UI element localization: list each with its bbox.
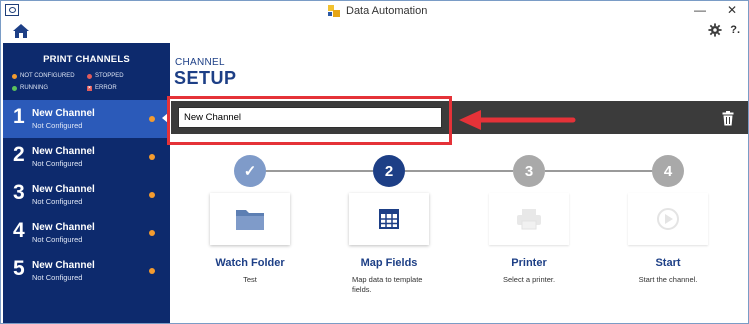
grid-icon bbox=[379, 209, 399, 229]
watch-folder-card[interactable] bbox=[210, 193, 290, 245]
legend-not-configured: NOT CONFIGURED bbox=[12, 73, 75, 79]
step-connector bbox=[405, 170, 513, 172]
legend-running: RUNNING bbox=[12, 85, 48, 91]
channel-item-5[interactable]: 5 New Channel Not Configured bbox=[3, 252, 170, 290]
trash-icon[interactable] bbox=[722, 111, 734, 126]
toolbar-icons: ?. bbox=[708, 23, 740, 37]
status-dot-icon bbox=[149, 116, 155, 122]
annotation-arrow-icon bbox=[459, 110, 576, 130]
help-icon[interactable]: ?. bbox=[730, 24, 740, 36]
section-label: CHANNEL bbox=[175, 57, 225, 68]
orange-dot-icon bbox=[12, 73, 17, 79]
step-2-circle[interactable]: 2 bbox=[373, 155, 405, 187]
step-connector bbox=[265, 170, 373, 172]
page-title: SETUP bbox=[174, 68, 237, 88]
data-automation-logo-icon bbox=[327, 4, 341, 18]
step-1-check-icon[interactable]: ✓ bbox=[234, 155, 266, 187]
close-button[interactable]: ✕ bbox=[719, 1, 745, 21]
channel-item-4[interactable]: 4 New Channel Not Configured bbox=[3, 214, 170, 252]
green-dot-icon bbox=[12, 85, 17, 91]
app-window: Data Automation — ✕ ?. PRINT CHANNELS NO… bbox=[0, 0, 749, 324]
sidebar-title: PRINT CHANNELS bbox=[43, 54, 130, 65]
step-desc-map-fields: Map data to template fields. bbox=[352, 275, 423, 294]
step-connector bbox=[545, 170, 653, 172]
minimize-button[interactable]: — bbox=[687, 1, 713, 21]
status-dot-icon bbox=[149, 268, 155, 274]
step-title-start: Start bbox=[655, 257, 681, 269]
start-card[interactable] bbox=[628, 193, 708, 245]
channel-item-1[interactable]: 1 New Channel Not Configured bbox=[3, 100, 170, 138]
step-desc-watch-folder: Test bbox=[243, 275, 257, 284]
map-fields-card[interactable] bbox=[349, 193, 429, 245]
window-title: Data Automation bbox=[346, 5, 428, 17]
red-dot-icon bbox=[87, 73, 92, 79]
step-title-printer: Printer bbox=[511, 257, 547, 269]
legend-stopped: STOPPED bbox=[87, 73, 124, 79]
step-desc-printer: Select a printer. bbox=[502, 275, 556, 284]
title-wrap: Data Automation bbox=[327, 3, 427, 19]
legend-error: × ERROR bbox=[87, 84, 117, 91]
annotation-highlight-box bbox=[167, 96, 452, 145]
error-x-icon: × bbox=[87, 84, 92, 91]
printer-card[interactable] bbox=[489, 193, 569, 245]
app-icon bbox=[5, 4, 19, 16]
step-desc-start: Start the channel. bbox=[638, 275, 698, 284]
channel-item-2[interactable]: 2 New Channel Not Configured bbox=[3, 138, 170, 176]
print-channels-sidebar: PRINT CHANNELS NOT CONFIGURED STOPPED RU… bbox=[3, 43, 170, 323]
step-title-map-fields: Map Fields bbox=[360, 257, 418, 269]
folder-icon bbox=[236, 210, 264, 230]
channel-item-3[interactable]: 3 New Channel Not Configured bbox=[3, 176, 170, 214]
play-icon bbox=[657, 208, 679, 230]
status-dot-icon bbox=[149, 230, 155, 236]
printer-icon bbox=[517, 209, 541, 230]
home-icon[interactable] bbox=[12, 23, 30, 39]
status-dot-icon bbox=[149, 154, 155, 160]
title-bar: Data Automation — ✕ bbox=[1, 1, 748, 21]
step-title-watch-folder: Watch Folder bbox=[215, 257, 285, 269]
gear-icon[interactable] bbox=[708, 23, 722, 37]
step-3-circle[interactable]: 3 bbox=[513, 155, 545, 187]
step-4-circle[interactable]: 4 bbox=[652, 155, 684, 187]
status-dot-icon bbox=[149, 192, 155, 198]
